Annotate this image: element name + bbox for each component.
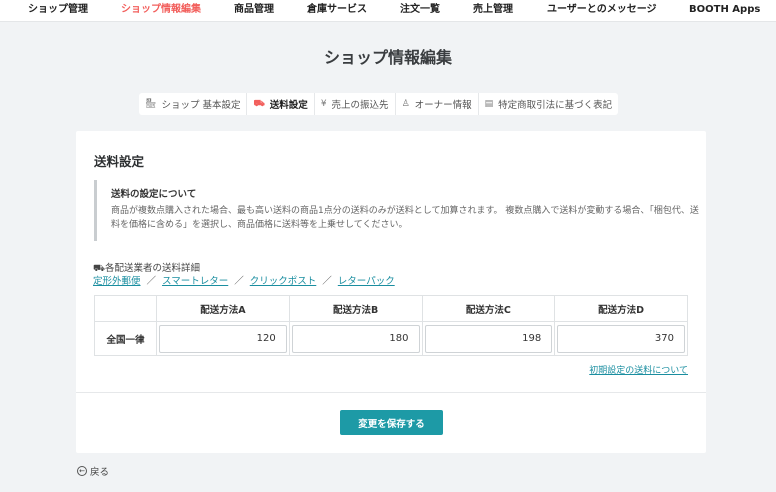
link-click-post[interactable]: クリックポスト bbox=[250, 276, 317, 287]
back-label: 戻る bbox=[90, 467, 110, 478]
column-header: 配送方法A bbox=[156, 295, 290, 322]
truck-icon: ⛟ bbox=[253, 98, 265, 109]
fee-input-a[interactable] bbox=[159, 324, 287, 353]
person-icon: ♙ bbox=[401, 99, 410, 109]
table-corner bbox=[94, 295, 157, 322]
tab-label: ショップ 基本設定 bbox=[161, 100, 241, 111]
nav-sales-management[interactable]: 売上管理 bbox=[473, 0, 513, 22]
top-navigation: ショップ管理 ショップ情報編集 商品管理 倉庫サービス 注文一覧 売上管理 ユー… bbox=[0, 0, 776, 22]
shipping-fee-table: 配送方法A 配送方法B 配送方法C 配送方法D 全国一律 bbox=[94, 295, 688, 356]
tab-label: 売上の振込先 bbox=[331, 100, 389, 111]
row-label: 全国一律 bbox=[94, 321, 157, 356]
page-title: ショップ情報編集 bbox=[323, 48, 452, 67]
shop-icon: 🏪︎ bbox=[145, 99, 157, 109]
column-header: 配送方法D bbox=[554, 295, 688, 322]
tab-label: 特定商取引法に基づく表記 bbox=[498, 100, 613, 111]
fee-input-c[interactable] bbox=[424, 324, 553, 353]
link-letter-pack[interactable]: レターパック bbox=[338, 276, 395, 287]
back-link[interactable]: ← 戻る bbox=[77, 464, 109, 478]
column-header: 配送方法B bbox=[288, 295, 423, 322]
link-smart-letter[interactable]: スマートレター bbox=[162, 276, 228, 287]
tab-label: 送料設定 bbox=[269, 100, 308, 111]
tab-owner[interactable]: ♙ オーナー情報 bbox=[396, 93, 479, 115]
shipping-settings-card: 送料設定 送料の設定について 商品が複数点購入された場合、最も高い送料の商品1点… bbox=[76, 131, 706, 453]
default-fee-link[interactable]: 初期設定の送料について bbox=[589, 363, 688, 376]
tab-payout[interactable]: ¥ 売上の振込先 bbox=[315, 93, 396, 115]
save-button[interactable]: 変更を保存する bbox=[340, 410, 443, 435]
fee-input-d[interactable] bbox=[557, 324, 685, 353]
nav-order-list[interactable]: 注文一覧 bbox=[400, 0, 440, 22]
nav-product-management[interactable]: 商品管理 bbox=[234, 0, 274, 22]
card-title: 送料設定 bbox=[94, 154, 145, 169]
tab-shop-basic[interactable]: 🏪︎ ショップ 基本設定 bbox=[139, 93, 248, 115]
fee-input-b[interactable] bbox=[291, 324, 420, 353]
nav-shop-management[interactable]: ショップ管理 bbox=[28, 0, 88, 22]
column-header: 配送方法C bbox=[421, 295, 556, 322]
document-icon: ▤ bbox=[484, 99, 494, 109]
nav-booth-apps[interactable]: BOOTH Apps bbox=[689, 0, 760, 22]
shipping-note: 送料の設定について 商品が複数点購入された場合、最も高い送料の商品1点分の送料の… bbox=[94, 180, 699, 241]
divider bbox=[76, 392, 706, 393]
tab-label: オーナー情報 bbox=[414, 100, 472, 111]
nav-user-messages[interactable]: ユーザーとのメッセージ bbox=[547, 0, 657, 22]
carrier-links: 定形外郵便／スマートレター／クリックポスト／レターパック bbox=[93, 276, 395, 287]
table-row: 全国一律 bbox=[94, 321, 688, 356]
settings-tabs: 🏪︎ ショップ 基本設定 ⛟ 送料設定 ¥ 売上の振込先 ♙ オーナー情報 ▤ … bbox=[139, 93, 619, 115]
tab-commerce-law[interactable]: ▤ 特定商取引法に基づく表記 bbox=[479, 93, 619, 115]
arrow-left-icon: ← bbox=[77, 466, 87, 476]
tab-shipping[interactable]: ⛟ 送料設定 bbox=[247, 93, 315, 115]
note-title: 送料の設定について bbox=[111, 189, 197, 200]
note-text: 商品が複数点購入された場合、最も高い送料の商品1点分の送料のみが送料として加算さ… bbox=[111, 206, 699, 230]
link-teikeigai[interactable]: 定形外郵便 bbox=[93, 276, 141, 287]
nav-shop-info-edit[interactable]: ショップ情報編集 bbox=[121, 0, 201, 22]
nav-warehouse-service[interactable]: 倉庫サービス bbox=[307, 0, 367, 22]
yen-icon: ¥ bbox=[320, 99, 327, 109]
